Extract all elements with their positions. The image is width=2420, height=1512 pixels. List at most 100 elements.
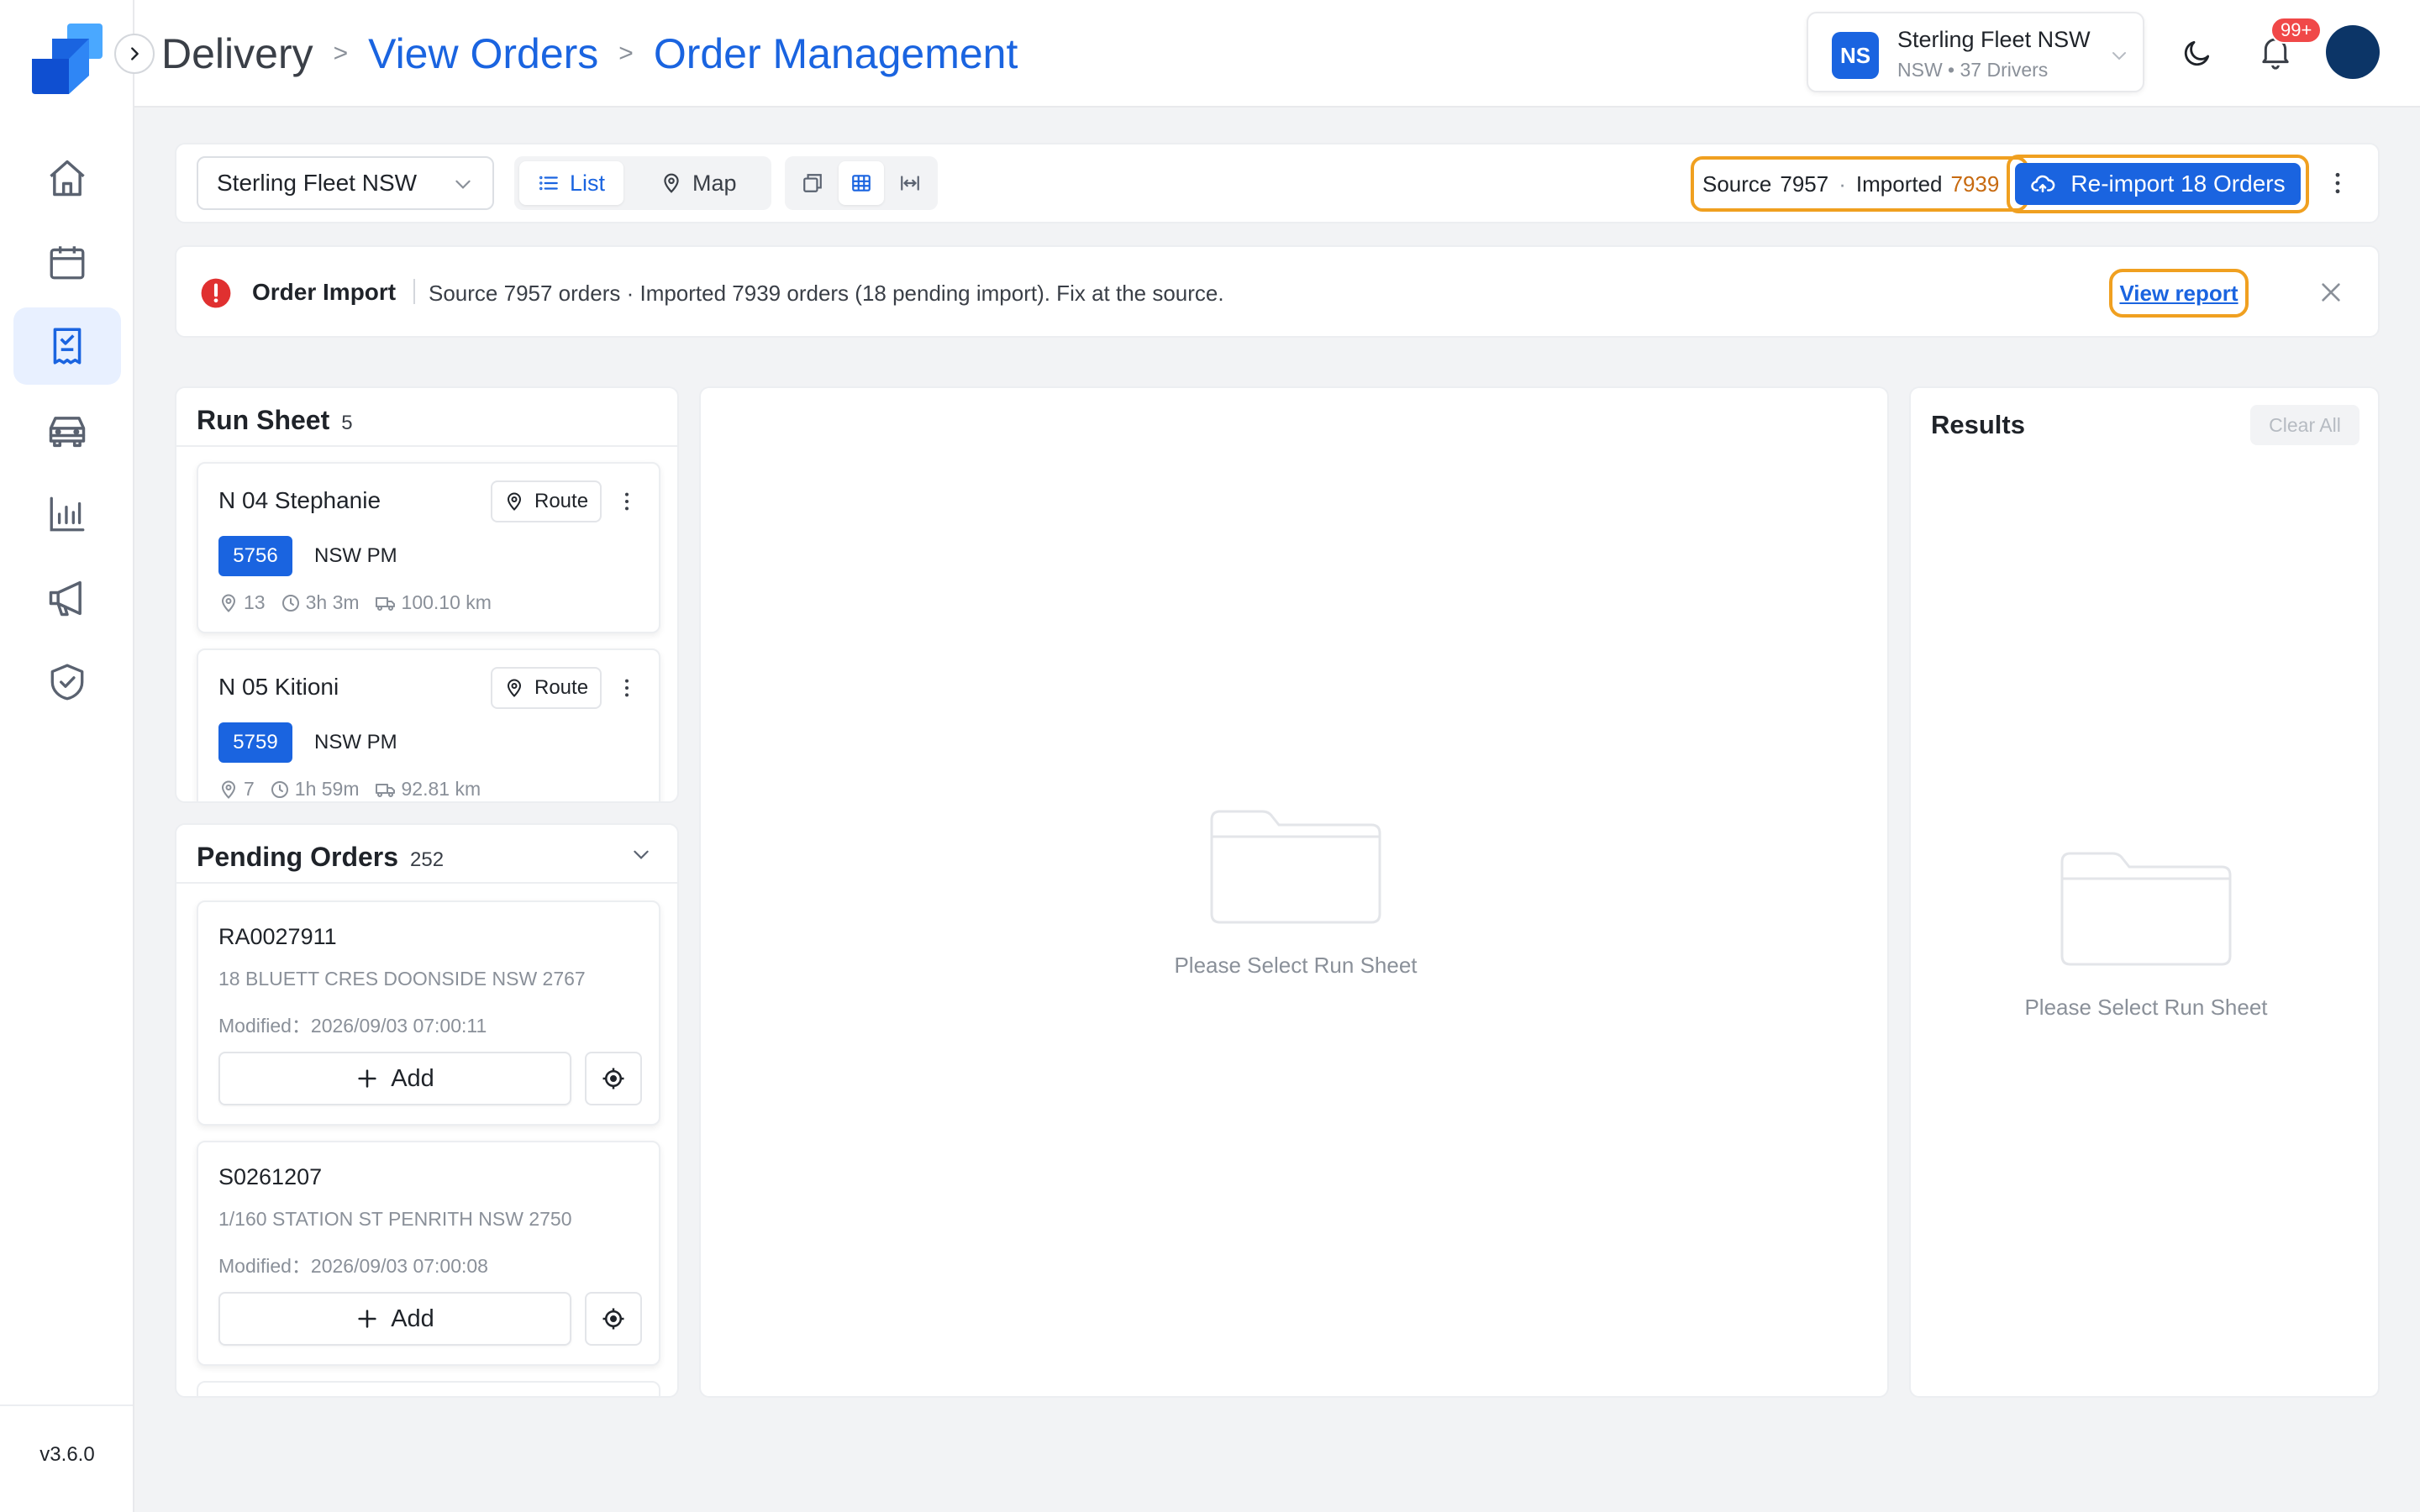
run-sheet-card[interactable]: N 05 Kitioni Route 5759 NSW PM 7 1h 59m … [197, 648, 660, 801]
locate-order-button[interactable] [585, 1292, 642, 1346]
map-view-button[interactable]: Map [642, 161, 755, 205]
order-modified: Modified：2026/09/03 07:00:08 [218, 1255, 488, 1277]
alert-message: Source 7957 orders · Imported 7939 order… [429, 281, 1224, 306]
run-name: N 04 Stephanie [218, 487, 381, 513]
pending-order-card-partial [197, 1381, 660, 1396]
map-pin-icon [504, 678, 524, 698]
nav-security[interactable] [13, 643, 121, 721]
empty-state: Please Select Run Sheet [1911, 850, 2378, 1021]
route-label: Route [534, 676, 589, 699]
table-view-button[interactable] [839, 161, 884, 205]
user-avatar[interactable] [2326, 25, 2380, 79]
pending-orders-header[interactable]: Pending Orders 252 [176, 825, 677, 884]
order-address: 18 BLUETT CRES DOONSIDE NSW 2767 [218, 968, 586, 990]
add-label: Add [391, 1064, 434, 1092]
route-button[interactable]: Route [491, 667, 602, 709]
nav-home[interactable] [13, 139, 121, 217]
dark-mode-moon-icon[interactable] [2181, 37, 2213, 69]
run-sheet-header: Run Sheet 5 [176, 388, 677, 447]
view-report-link[interactable]: View report [2119, 281, 2238, 307]
fit-width-button[interactable] [887, 161, 933, 205]
map-pin-icon [218, 593, 239, 613]
fleet-switcher[interactable]: NS Sterling Fleet NSW NSW • 37 Drivers [1807, 12, 2144, 92]
breadcrumb-view-orders[interactable]: View Orders [368, 29, 598, 78]
plus-icon [355, 1067, 379, 1090]
list-icon [538, 172, 560, 194]
order-id: RA0027911 [218, 924, 337, 949]
plus-icon [355, 1307, 379, 1331]
run-sheet-title-text: Run Sheet [197, 405, 330, 435]
app-logo[interactable] [30, 22, 104, 96]
locate-order-button[interactable] [585, 1052, 642, 1105]
run-sheet-title: Run Sheet 5 [197, 405, 353, 436]
route-button[interactable]: Route [491, 480, 602, 522]
chart-icon [46, 493, 88, 535]
vehicle-icon [45, 408, 89, 452]
run-tag: 5759 [218, 722, 292, 763]
map-pin-icon [660, 172, 682, 194]
map-view-label: Map [692, 170, 737, 196]
reimport-button[interactable]: Re-import 18 Orders [2015, 163, 2301, 205]
route-label: Route [534, 490, 589, 512]
run-stops: 13 [244, 591, 266, 613]
order-modified: Modified：2026/09/03 07:00:11 [218, 1015, 487, 1037]
chevron-down-icon [452, 173, 474, 195]
nav-vehicles[interactable] [13, 391, 121, 469]
nav-reports[interactable] [13, 475, 121, 553]
run-distance: 92.81 km [401, 778, 481, 800]
run-sheet-panel: Run Sheet 5 N 04 Stephanie Route 5756 NS… [175, 386, 679, 803]
fleet-name: Sterling Fleet NSW [1897, 27, 2091, 52]
map-pin-icon [504, 491, 524, 512]
breadcrumb-order-management[interactable]: Order Management [654, 29, 1018, 78]
nav-orders[interactable] [13, 307, 121, 385]
empty-state-text: Please Select Run Sheet [2024, 995, 2268, 1020]
empty-state-text: Please Select Run Sheet [1174, 953, 1418, 978]
compact-view-button[interactable] [790, 161, 835, 205]
more-vertical-icon[interactable] [618, 675, 635, 701]
run-tag: 5756 [218, 536, 292, 576]
nav-announcements[interactable] [13, 559, 121, 637]
reimport-label: Re-import 18 Orders [2070, 171, 2286, 197]
fleet-select-value: Sterling Fleet NSW [217, 170, 418, 196]
breadcrumb-delivery[interactable]: Delivery [161, 29, 313, 78]
run-stats: 13 3h 3m 100.10 km [218, 591, 502, 614]
run-duration: 3h 3m [305, 591, 360, 613]
cloud-upload-icon [2030, 171, 2055, 197]
run-stops: 7 [244, 778, 255, 800]
imported-value: 7939 [1950, 171, 2000, 197]
add-label: Add [391, 1305, 434, 1332]
close-icon[interactable] [2317, 279, 2344, 306]
breadcrumb: Delivery > View Orders > Order Managemen… [161, 27, 1018, 81]
run-stats: 7 1h 59m 92.81 km [218, 778, 491, 801]
crosshair-icon [601, 1306, 626, 1331]
top-header: Delivery > View Orders > Order Managemen… [134, 0, 2420, 108]
app-version: v3.6.0 [39, 1443, 95, 1466]
clock-icon [270, 780, 290, 800]
sidebar-divider [0, 1404, 133, 1406]
run-sheet-card[interactable]: N 04 Stephanie Route 5756 NSW PM 13 3h 3… [197, 462, 660, 633]
order-import-alert: Order Import Source 7957 orders · Import… [175, 245, 2380, 338]
add-order-button[interactable]: Add [218, 1052, 571, 1105]
breadcrumb-separator: > [333, 39, 349, 67]
copy-icon [802, 172, 823, 194]
list-view-button[interactable]: List [519, 161, 624, 205]
nav-calendar[interactable] [13, 223, 121, 301]
fleet-subtitle: NSW • 37 Drivers [1897, 59, 2049, 81]
run-duration: 1h 59m [294, 778, 360, 800]
megaphone-icon [45, 576, 89, 620]
add-order-button[interactable]: Add [218, 1292, 571, 1346]
chevron-down-icon [2109, 45, 2129, 66]
fleet-select[interactable]: Sterling Fleet NSW [197, 156, 494, 210]
run-sheet-count: 5 [341, 412, 353, 434]
order-id: S0261207 [218, 1164, 323, 1189]
sidebar-expand-button[interactable] [114, 34, 155, 74]
more-vertical-icon[interactable] [618, 489, 635, 514]
more-vertical-icon[interactable] [2323, 166, 2353, 200]
pending-order-card: S0261207 1/160 STATION ST PENRITH NSW 27… [197, 1141, 660, 1366]
clock-icon [281, 593, 301, 613]
pending-orders-panel: Pending Orders 252 RA0027911 18 BLUETT C… [175, 823, 679, 1398]
clear-all-button[interactable]: Clear All [2250, 405, 2360, 445]
chevron-down-icon[interactable] [630, 843, 652, 865]
truck-icon [375, 780, 397, 800]
run-name: N 05 Kitioni [218, 674, 339, 700]
